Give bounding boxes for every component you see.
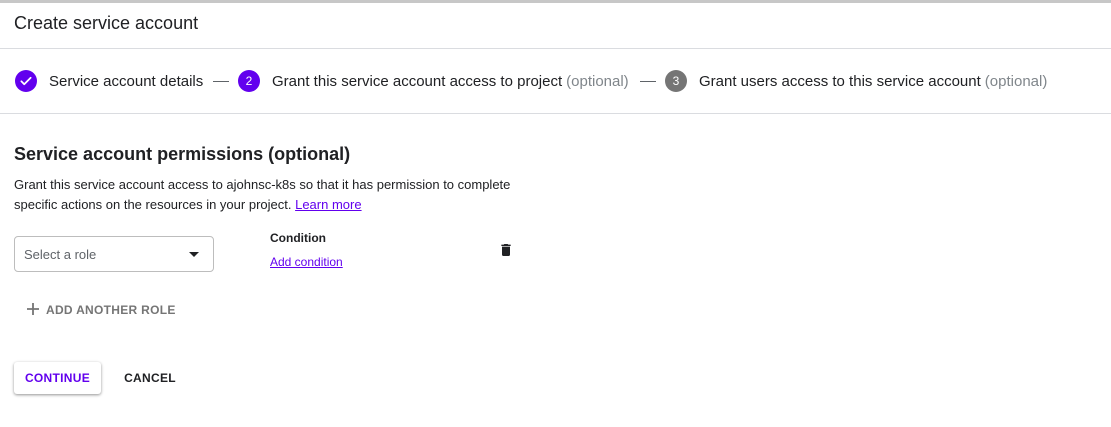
role-select-placeholder: Select a role [24,247,97,262]
page-title: Create service account [14,13,199,33]
add-another-role-label: ADD ANOTHER ROLE [46,303,176,317]
add-condition-link[interactable]: Add condition [270,255,343,269]
cancel-button[interactable]: CANCEL [116,362,184,394]
step-separator [640,81,656,82]
step-label: Grant users access to this service accou… [699,72,981,90]
trash-icon[interactable] [498,242,514,258]
page-header: Create service account [0,3,1111,49]
section-title: Service account permissions (optional) [14,144,351,164]
step-separator [213,81,229,82]
stepper: Service account details 2 Grant this ser… [0,49,1111,114]
dropdown-arrow-icon [189,252,199,257]
learn-more-link[interactable]: Learn more [295,197,361,212]
step-label: Grant this service account access to pro… [272,72,563,90]
plus-icon [26,301,40,319]
condition-label: Condition [270,231,326,245]
check-icon [15,70,37,92]
add-another-role-button[interactable]: ADD ANOTHER ROLE [26,300,176,320]
step-number-badge: 3 [665,70,687,92]
role-select[interactable]: Select a role [14,236,214,272]
section-description: Grant this service account access to ajo… [14,175,534,215]
step-grant-project-access[interactable]: 2 Grant this service account access to p… [238,70,629,92]
step-optional-label: (optional) [566,72,629,90]
step-label: Service account details [49,72,204,90]
description-text: Grant this service account access to ajo… [14,177,511,212]
step-optional-label: (optional) [984,72,1048,90]
continue-button[interactable]: CONTINUE [14,362,101,394]
step-grant-users-access[interactable]: 3 Grant users access to this service acc… [665,70,1047,92]
step-service-account-details[interactable]: Service account details [15,70,203,92]
step-number-badge: 2 [238,70,260,92]
